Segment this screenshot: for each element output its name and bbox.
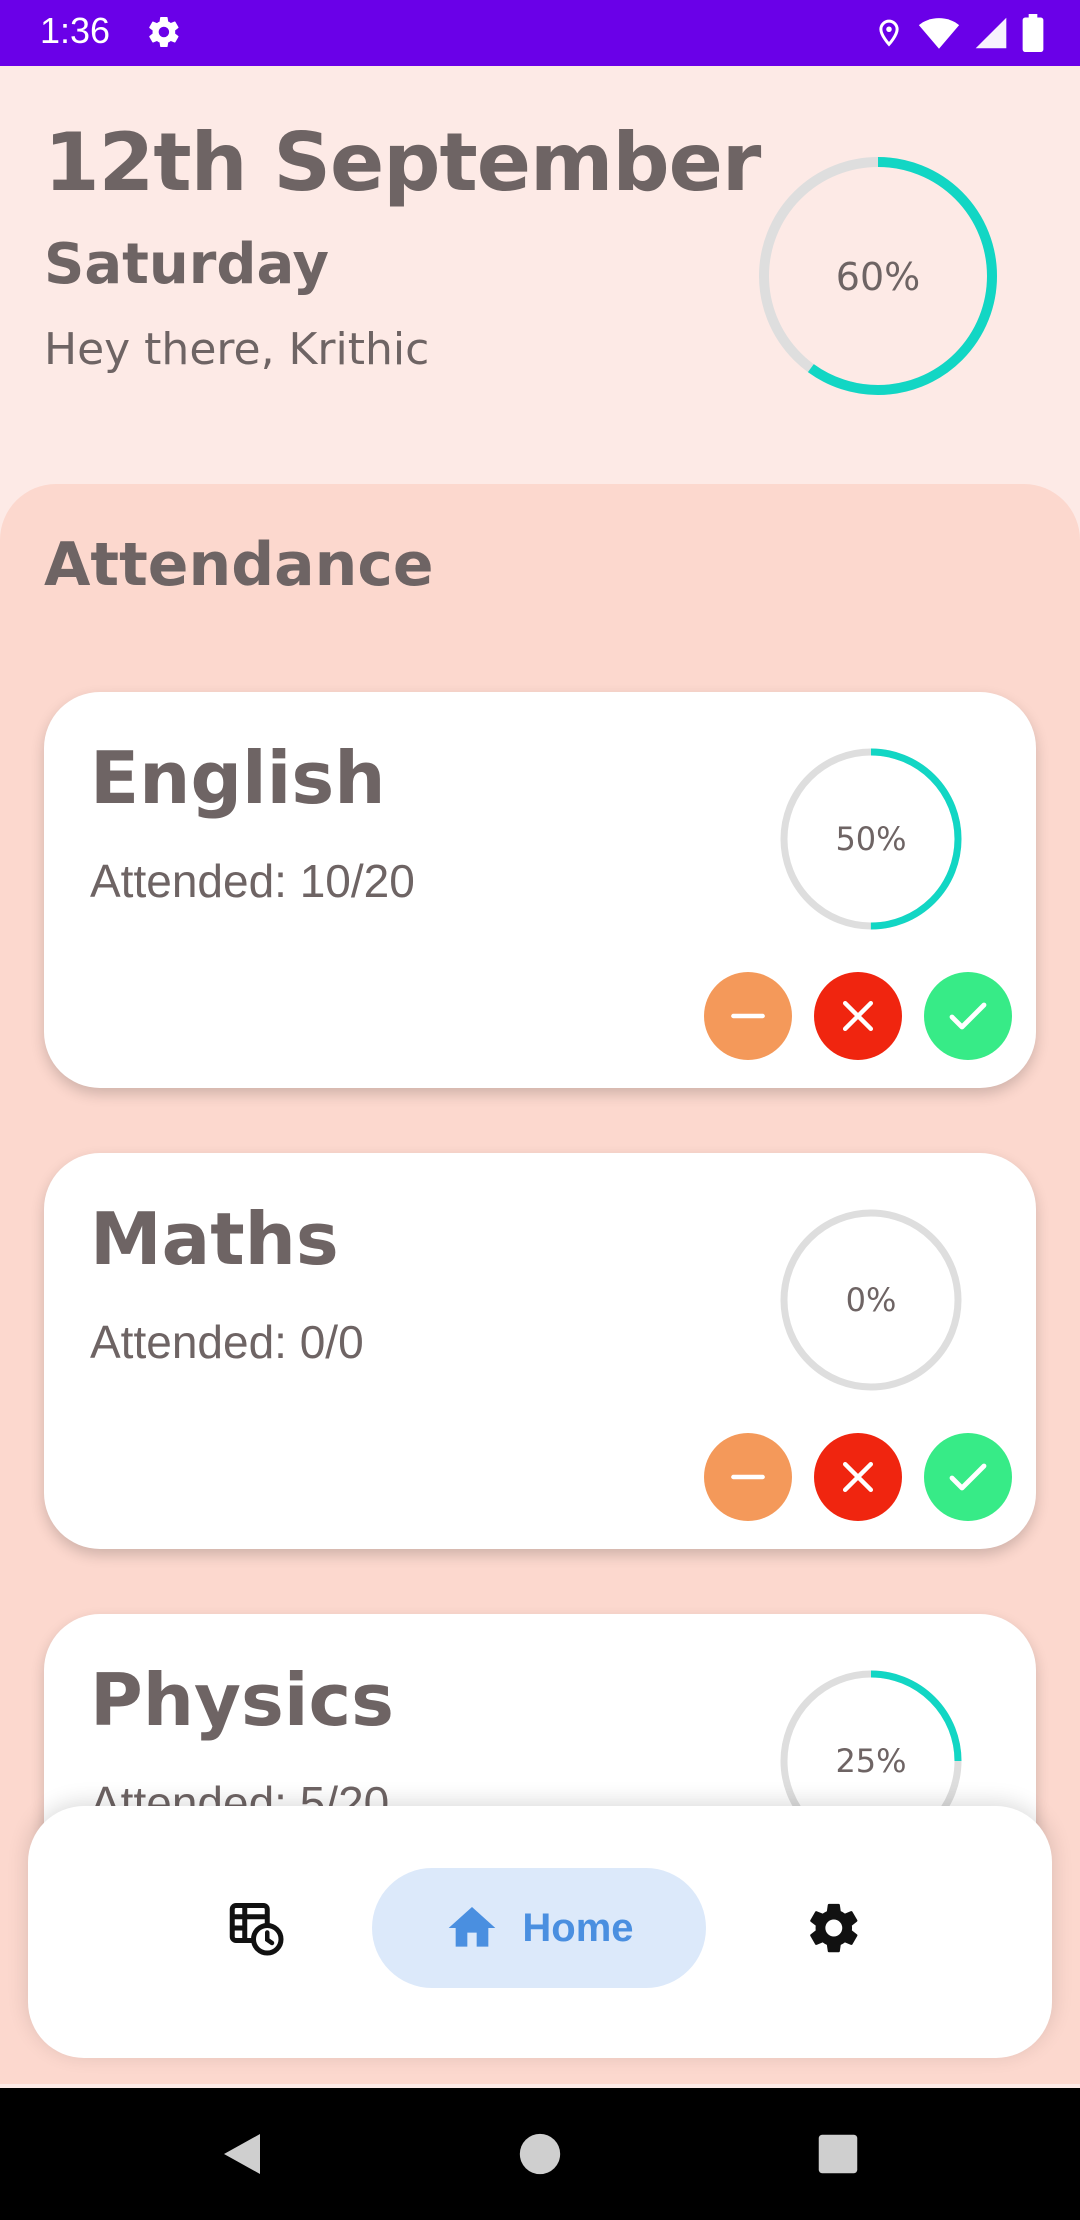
back-button[interactable] [214,2126,270,2182]
minus-icon [731,1013,765,1019]
subject-name: English [90,736,386,820]
check-icon [949,1463,987,1491]
back-icon [224,2134,260,2174]
nav-home[interactable]: Home [372,1868,706,1988]
status-bar: 1:36 [0,0,1080,66]
attended-count: Attended: 0/0 [90,1316,364,1368]
subject-card-maths: Maths Attended: 0/0 0% [44,1153,1036,1549]
status-time: 1:36 [40,10,111,51]
section-title: Attendance [44,530,434,600]
subject-progress-ring: 0% [780,1209,962,1391]
subject-name: Maths [90,1197,339,1281]
overall-progress-ring: 60% [759,157,997,395]
battery-icon [1022,14,1044,52]
minus-button[interactable] [704,972,792,1060]
home-icon [449,1907,496,1947]
circle-home-icon [519,2133,561,2175]
nav-timetable[interactable] [196,1868,316,1988]
mark-present-button[interactable] [924,972,1012,1060]
header: 12th September Saturday Hey there, Krith… [0,66,1080,486]
subject-name: Physics [90,1658,395,1742]
attended-count: Attended: 10/20 [90,855,415,907]
nav-settings[interactable] [774,1868,894,1988]
mark-present-button[interactable] [924,1433,1012,1521]
subject-percent-label: 25% [835,1742,906,1780]
minus-button[interactable] [704,1433,792,1521]
subject-progress-ring: 50% [780,748,962,930]
gear-icon [149,16,179,48]
mark-absent-button[interactable] [814,1433,902,1521]
minus-icon [731,1474,765,1480]
close-icon [842,1000,874,1032]
mark-absent-button[interactable] [814,972,902,1060]
timetable-icon [229,1903,284,1956]
subject-percent-label: 0% [846,1281,897,1319]
square-recents-icon [818,2134,858,2174]
status-icons [874,12,1044,54]
wifi-icon [918,18,960,49]
greeting-text: Hey there, Krithic [44,324,430,375]
settings-icon [810,1903,858,1953]
overall-percent-label: 60% [836,255,920,299]
date-heading: 12th September [44,116,761,209]
home-system-button[interactable] [512,2126,568,2182]
nav-home-label: Home [522,1905,634,1950]
signal-icon [975,17,1007,49]
close-icon [842,1461,874,1493]
bottom-navigation: Home [28,1806,1052,2058]
system-navigation-bar [0,2088,1080,2220]
subject-percent-label: 50% [835,820,906,858]
weekday-heading: Saturday [44,232,330,297]
recents-button[interactable] [810,2126,866,2182]
check-icon [949,1002,987,1030]
location-icon [879,19,899,47]
subject-card-english: English Attended: 10/20 50% [44,692,1036,1088]
